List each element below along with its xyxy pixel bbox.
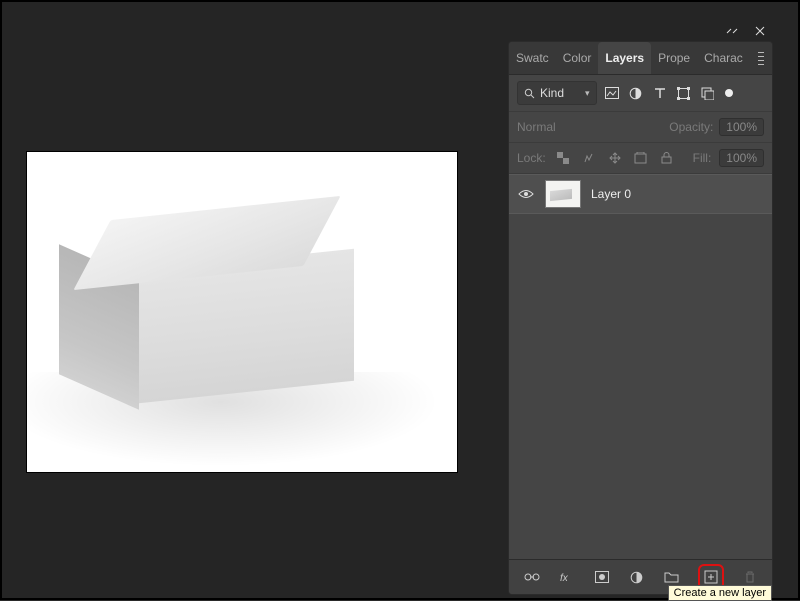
- layer-mask-icon[interactable]: [593, 568, 611, 586]
- layer-filter-row: Kind ▾: [509, 75, 772, 112]
- fill-input[interactable]: 100%: [719, 149, 764, 167]
- tab-layers[interactable]: Layers: [598, 42, 651, 74]
- adjustment-layer-icon[interactable]: [628, 568, 646, 586]
- layer-thumbnail[interactable]: [545, 180, 581, 208]
- panel-window-controls: [508, 24, 773, 41]
- close-panel-icon[interactable]: [751, 22, 769, 40]
- filter-adjustment-icon[interactable]: [627, 84, 645, 102]
- panel-menu-icon[interactable]: [750, 52, 772, 65]
- filter-pixel-icon[interactable]: [603, 84, 621, 102]
- tab-character[interactable]: Charac: [697, 42, 750, 74]
- fill-label: Fill:: [693, 151, 712, 165]
- filter-kind-dropdown[interactable]: Kind ▾: [517, 81, 597, 105]
- collapse-icon[interactable]: [723, 22, 741, 40]
- lock-all-icon[interactable]: [658, 149, 676, 167]
- lock-row: Lock: Fill: 100%: [509, 143, 772, 174]
- filter-shape-icon[interactable]: [675, 84, 693, 102]
- lock-artboard-icon[interactable]: [632, 149, 650, 167]
- svg-text:fx: fx: [560, 573, 569, 583]
- opacity-label: Opacity:: [669, 120, 713, 134]
- layers-panel: Swatc Color Layers Prope Charac Kind ▾: [508, 41, 773, 595]
- lock-image-icon[interactable]: [580, 149, 598, 167]
- filter-toggle-icon[interactable]: [725, 89, 733, 97]
- chevron-down-icon: ▾: [585, 88, 590, 99]
- lock-label: Lock:: [517, 151, 546, 165]
- document-canvas[interactable]: [27, 152, 457, 472]
- filter-type-icon[interactable]: [651, 84, 669, 102]
- blend-row: Normal Opacity: 100%: [509, 112, 772, 143]
- filter-smartobject-icon[interactable]: [699, 84, 717, 102]
- visibility-eye-icon[interactable]: [517, 189, 535, 199]
- layers-panel-wrap: Swatc Color Layers Prope Charac Kind ▾: [508, 24, 773, 595]
- opacity-input[interactable]: 100%: [719, 118, 764, 136]
- tab-properties[interactable]: Prope: [651, 42, 697, 74]
- link-layers-icon[interactable]: [523, 568, 541, 586]
- panel-tabs: Swatc Color Layers Prope Charac: [509, 42, 772, 75]
- search-icon: [524, 88, 535, 99]
- delete-layer-icon[interactable]: [741, 568, 759, 586]
- lock-position-icon[interactable]: [606, 149, 624, 167]
- tab-swatches[interactable]: Swatc: [509, 42, 556, 74]
- layer-name-label[interactable]: Layer 0: [591, 187, 631, 201]
- lock-transparency-icon[interactable]: [554, 149, 572, 167]
- blend-mode-dropdown[interactable]: Normal: [517, 120, 663, 134]
- app-workspace: Swatc Color Layers Prope Charac Kind ▾: [0, 0, 800, 600]
- new-group-icon[interactable]: [663, 568, 681, 586]
- layer-row[interactable]: Layer 0: [509, 174, 772, 214]
- filter-kind-label: Kind: [540, 86, 564, 100]
- layer-style-icon[interactable]: fx: [558, 568, 576, 586]
- layer-list[interactable]: Layer 0: [509, 174, 772, 559]
- tooltip-new-layer: Create a new layer: [668, 585, 772, 601]
- tab-color[interactable]: Color: [556, 42, 599, 74]
